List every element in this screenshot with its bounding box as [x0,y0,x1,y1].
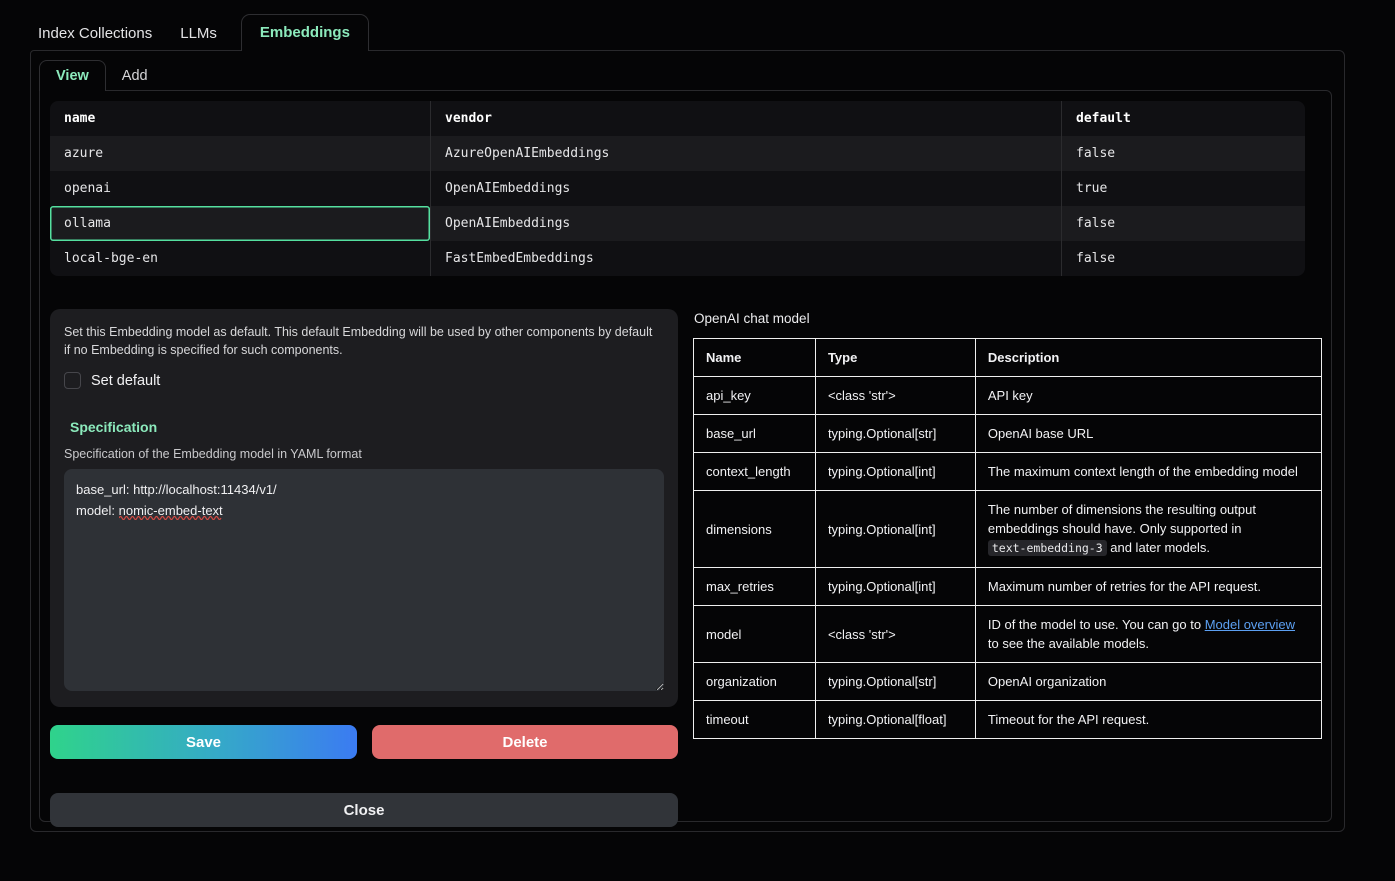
param-type: typing.Optional[str] [815,415,975,453]
cell-default[interactable]: false [1061,136,1305,171]
embeddings-table: name vendor default azureAzureOpenAIEmbe… [50,101,1305,276]
specification-heading: Specification [70,419,664,435]
param-row-dimensions: dimensionstyping.Optional[int] The number… [694,491,1322,568]
embedding-row-ollama[interactable]: ollamaOpenAIEmbeddingsfalse [50,206,1305,241]
cell-vendor[interactable]: FastEmbedEmbeddings [430,241,1061,276]
param-type: typing.Optional[str] [815,663,975,701]
param-name: timeout [694,701,816,739]
param-type: typing.Optional[int] [815,568,975,606]
param-row-api_key: api_key<class 'str'> API key [694,377,1322,415]
param-type: <class 'str'> [815,377,975,415]
description-text: The number of dimensions the resulting o… [988,502,1256,536]
params-column-description: Description [975,339,1321,377]
tab-embeddings[interactable]: Embeddings [241,14,369,51]
default-description: Set this Embedding model as default. Thi… [64,323,654,359]
embeddings-panel: View Add name vendor default azureAzureO… [30,50,1345,832]
embedding-row-local-bge-en[interactable]: local-bge-enFastEmbedEmbeddingsfalse [50,241,1305,276]
description-text: OpenAI organization [988,674,1107,689]
cell-name[interactable]: azure [50,136,430,171]
description-text: and later models. [1107,540,1210,555]
param-row-max_retries: max_retriestyping.Optional[int] Maximum n… [694,568,1322,606]
description-text: OpenAI base URL [988,426,1094,441]
cell-vendor[interactable]: OpenAIEmbeddings [430,206,1061,241]
param-name: max_retries [694,568,816,606]
params-table: Name Type Description api_key<class 'str… [693,338,1322,739]
param-row-organization: organizationtyping.Optional[str] OpenAI o… [694,663,1322,701]
param-row-timeout: timeouttyping.Optional[float] Timeout for… [694,701,1322,739]
description-text: Maximum number of retries for the API re… [988,579,1261,594]
column-header-name: name [50,101,430,136]
delete-button[interactable]: Delete [372,725,678,759]
cell-vendor[interactable]: OpenAIEmbeddings [430,171,1061,206]
cell-default[interactable]: false [1061,206,1305,241]
set-default-checkbox[interactable] [64,372,81,389]
param-description: Maximum number of retries for the API re… [975,568,1321,606]
params-panel-title: OpenAI chat model [694,311,1322,326]
param-row-context_length: context_lengthtyping.Optional[int] The ma… [694,453,1322,491]
param-row-base_url: base_urltyping.Optional[str] OpenAI base … [694,415,1322,453]
tab-view[interactable]: View [39,60,106,91]
params-column: OpenAI chat model Name Type Description … [693,309,1322,827]
param-name: base_url [694,415,816,453]
tab-add[interactable]: Add [106,61,164,91]
yaml-spec-textarea[interactable]: base_url: http://localhost:11434/v1/ mod… [64,469,664,691]
param-type: typing.Optional[float] [815,701,975,739]
yaml-editor-wrap: base_url: http://localhost:11434/v1/ mod… [64,469,664,691]
model-overview-link[interactable]: Model overview [1205,617,1295,632]
save-button[interactable]: Save [50,725,357,759]
param-description: OpenAI base URL [975,415,1321,453]
page: Index Collections LLMs Embeddings View A… [0,0,1395,881]
cell-default[interactable]: false [1061,241,1305,276]
set-default-label: Set default [91,373,160,389]
action-buttons-row: Save Delete [50,725,678,759]
cell-name[interactable]: ollama [50,206,430,241]
param-description: Timeout for the API request. [975,701,1321,739]
embedding-row-openai[interactable]: openaiOpenAIEmbeddingstrue [50,171,1305,206]
param-type: typing.Optional[int] [815,491,975,568]
tab-index-collections[interactable]: Index Collections [30,16,166,51]
column-header-vendor: vendor [430,101,1061,136]
param-description: The maximum context length of the embedd… [975,453,1321,491]
description-text: ID of the model to use. You can go to [988,617,1205,632]
tab-llms[interactable]: LLMs [166,16,231,51]
param-name: dimensions [694,491,816,568]
params-table-header: Name Type Description [694,339,1322,377]
param-type: <class 'str'> [815,606,975,663]
param-name: organization [694,663,816,701]
embedding-detail-column: Set this Embedding model as default. Thi… [50,309,678,827]
param-name: model [694,606,816,663]
param-description: The number of dimensions the resulting o… [975,491,1321,568]
cell-name[interactable]: openai [50,171,430,206]
description-text: API key [988,388,1033,403]
default-settings-card: Set this Embedding model as default. Thi… [50,309,678,707]
cell-name[interactable]: local-bge-en [50,241,430,276]
embeddings-table-header: name vendor default [50,101,1305,136]
param-name: api_key [694,377,816,415]
description-text: Timeout for the API request. [988,712,1149,727]
params-column-name: Name [694,339,816,377]
column-header-default: default [1061,101,1305,136]
embedding-row-azure[interactable]: azureAzureOpenAIEmbeddingsfalse [50,136,1305,171]
param-name: context_length [694,453,816,491]
close-button[interactable]: Close [50,793,678,827]
inline-code: text-embedding-3 [988,540,1107,556]
cell-vendor[interactable]: AzureOpenAIEmbeddings [430,136,1061,171]
top-tab-bar: Index Collections LLMs Embeddings [30,14,1395,51]
set-default-row: Set default [64,372,664,389]
description-text: The maximum context length of the embedd… [988,464,1298,479]
param-type: typing.Optional[int] [815,453,975,491]
view-panel: name vendor default azureAzureOpenAIEmbe… [39,90,1332,822]
param-description: ID of the model to use. You can go to Mo… [975,606,1321,663]
params-column-type: Type [815,339,975,377]
param-row-model: model<class 'str'>ID of the model to use… [694,606,1322,663]
cell-default[interactable]: true [1061,171,1305,206]
specification-sublabel: Specification of the Embedding model in … [64,447,664,461]
sub-tab-bar: View Add [39,60,1344,91]
param-description: OpenAI organization [975,663,1321,701]
param-description: API key [975,377,1321,415]
description-text: to see the available models. [988,636,1149,651]
